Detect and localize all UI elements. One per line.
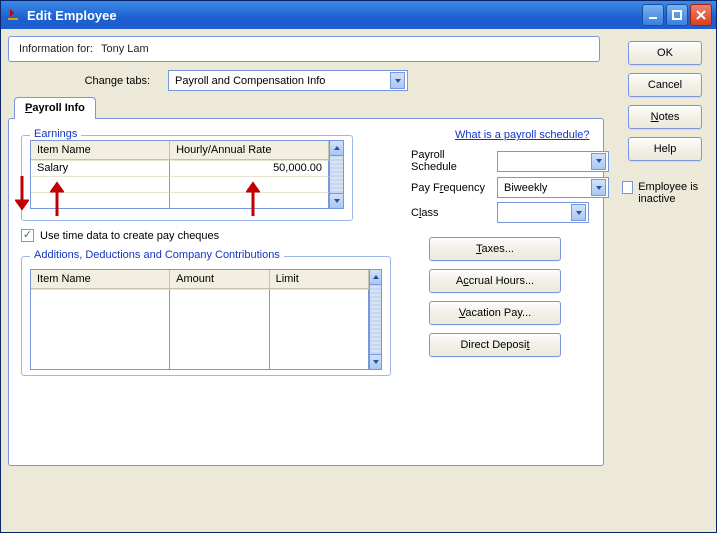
scroll-up-icon[interactable] bbox=[330, 141, 343, 156]
info-bar: Information for: Tony Lam bbox=[8, 36, 600, 62]
cancel-button[interactable]: Cancel bbox=[628, 73, 702, 97]
use-time-data-label: Use time data to create pay cheques bbox=[40, 230, 219, 242]
pay-frequency-select[interactable]: Biweekly bbox=[497, 177, 609, 198]
use-time-data-row: ✓ Use time data to create pay cheques bbox=[21, 229, 391, 242]
employee-inactive-checkbox[interactable]: ✓ bbox=[622, 181, 633, 194]
earnings-table[interactable]: Item Name Hourly/Annual Rate Salary 50,0… bbox=[30, 140, 330, 209]
change-tabs-row: Change tabs: Payroll and Compensation In… bbox=[8, 70, 709, 91]
payroll-schedule-select[interactable] bbox=[497, 151, 609, 172]
left-column: Earnings Item Name Hourly/Annual Rate Sa… bbox=[21, 129, 391, 376]
payroll-schedule-label: Payroll Schedule bbox=[411, 149, 489, 173]
employee-inactive-label: Employee is inactive bbox=[638, 181, 704, 205]
col-limit: Limit bbox=[270, 270, 369, 288]
table-row[interactable] bbox=[31, 176, 329, 192]
window-title: Edit Employee bbox=[27, 8, 117, 23]
tab-label: ayroll Info bbox=[32, 102, 85, 114]
tab-payroll-info[interactable]: Payroll Info bbox=[14, 97, 96, 119]
col-hourly-rate: Hourly/Annual Rate bbox=[170, 141, 329, 159]
employee-name: Tony Lam bbox=[101, 43, 149, 55]
table-row[interactable] bbox=[31, 289, 369, 369]
tab-strip: Payroll Info Earnings Item Name Hourly/A… bbox=[8, 97, 709, 466]
table-row[interactable]: Salary 50,000.00 bbox=[31, 160, 329, 176]
cell-rate: 50,000.00 bbox=[170, 160, 329, 176]
contributions-group: Additions, Deductions and Company Contri… bbox=[21, 256, 391, 376]
class-label: Class bbox=[411, 207, 489, 219]
app-icon bbox=[5, 7, 21, 23]
use-time-data-checkbox[interactable]: ✓ bbox=[21, 229, 34, 242]
right-column: What is a payroll schedule? Payroll Sche… bbox=[411, 129, 609, 376]
chevron-down-icon bbox=[571, 204, 586, 221]
cell-item-name: Salary bbox=[31, 160, 170, 176]
change-tabs-select[interactable]: Payroll and Compensation Info bbox=[168, 70, 408, 91]
notes-button[interactable]: Notes bbox=[628, 105, 702, 129]
class-select[interactable] bbox=[497, 202, 589, 223]
payroll-schedule-link[interactable]: What is a payroll schedule? bbox=[455, 129, 590, 141]
scroll-down-icon[interactable] bbox=[330, 193, 343, 208]
change-tabs-value: Payroll and Compensation Info bbox=[175, 75, 325, 87]
info-label: Information for: bbox=[19, 43, 93, 55]
earnings-group: Earnings Item Name Hourly/Annual Rate Sa… bbox=[21, 135, 353, 221]
arrow-annotation bbox=[15, 176, 29, 219]
vacation-pay-button[interactable]: Vacation Pay... bbox=[429, 301, 561, 325]
earnings-legend: Earnings bbox=[30, 128, 81, 140]
contributions-table[interactable]: Item Name Amount Limit bbox=[30, 269, 370, 370]
scroll-up-icon[interactable] bbox=[370, 270, 381, 285]
contributions-legend: Additions, Deductions and Company Contri… bbox=[30, 249, 284, 261]
minimize-button[interactable] bbox=[642, 4, 664, 26]
maximize-button[interactable] bbox=[666, 4, 688, 26]
chevron-down-icon bbox=[591, 179, 606, 196]
direct-deposit-button[interactable]: Direct Deposit bbox=[429, 333, 561, 357]
col-amount: Amount bbox=[170, 270, 269, 288]
titlebar: Edit Employee bbox=[1, 1, 716, 29]
client-area: Information for: Tony Lam Change tabs: P… bbox=[1, 29, 716, 532]
edit-employee-window: Edit Employee Information for: Tony Lam … bbox=[0, 0, 717, 533]
col-item-name: Item Name bbox=[31, 141, 170, 159]
table-row[interactable] bbox=[31, 192, 329, 208]
chevron-down-icon bbox=[390, 72, 405, 89]
accrual-hours-button[interactable]: Accrual Hours... bbox=[429, 269, 561, 293]
scroll-down-icon[interactable] bbox=[370, 354, 381, 369]
earnings-scrollbar[interactable] bbox=[330, 140, 344, 209]
help-button[interactable]: Help bbox=[628, 137, 702, 161]
employee-inactive-row: ✓ Employee is inactive bbox=[622, 181, 704, 205]
taxes-button[interactable]: Taxes... bbox=[429, 237, 561, 261]
pay-frequency-label: Pay Frequency bbox=[411, 182, 489, 194]
tab-panel: Earnings Item Name Hourly/Annual Rate Sa… bbox=[8, 118, 604, 466]
close-button[interactable] bbox=[690, 4, 712, 26]
dialog-buttons: OK Cancel Notes Help bbox=[628, 41, 702, 161]
ok-button[interactable]: OK bbox=[628, 41, 702, 65]
col-item-name: Item Name bbox=[31, 270, 170, 288]
contributions-scrollbar[interactable] bbox=[370, 269, 382, 370]
chevron-down-icon bbox=[591, 153, 606, 170]
change-tabs-label: Change tabs: bbox=[8, 75, 168, 87]
pay-frequency-value: Biweekly bbox=[504, 182, 547, 194]
